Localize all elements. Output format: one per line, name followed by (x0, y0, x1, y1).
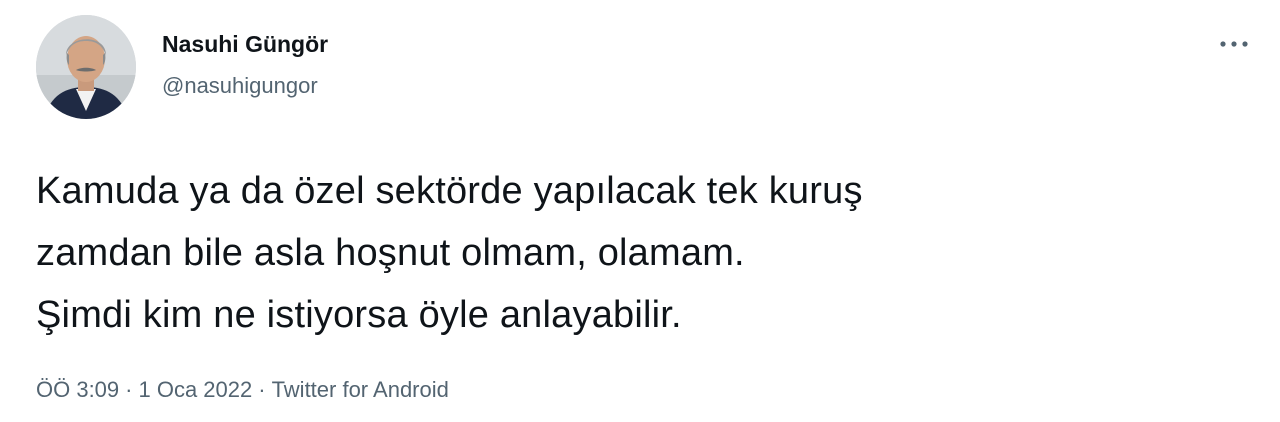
tweet-text-line: Şimdi kim ne istiyorsa öyle anlayabilir. (36, 294, 682, 336)
avatar[interactable] (36, 15, 136, 119)
tweet-time[interactable]: ÖÖ 3:09 (36, 377, 119, 402)
more-options-button[interactable] (1214, 30, 1254, 58)
more-horizontal-icon (1220, 41, 1248, 47)
author-display-name[interactable]: Nasuhi Güngör (162, 30, 328, 58)
tweet-text-line: Kamuda ya da özel sektörde yapılacak tek… (36, 170, 863, 212)
meta-separator: · (125, 377, 133, 402)
tweet-card: Nasuhi Güngör @nasuhigungor Kamuda ya da… (0, 0, 1280, 422)
tweet-metadata: ÖÖ 3:09 · 1 Oca 2022 · Twitter for Android (36, 376, 449, 404)
tweet-text-line: zamdan bile asla hoşnut olmam, olamam. (36, 232, 745, 274)
tweet-date[interactable]: 1 Oca 2022 (138, 377, 252, 402)
tweet-text: Kamuda ya da özel sektörde yapılacak tek… (36, 160, 1186, 346)
meta-separator: · (258, 377, 266, 402)
author-handle[interactable]: @nasuhigungor (162, 73, 328, 99)
tweet-source[interactable]: Twitter for Android (272, 377, 449, 402)
author-info: Nasuhi Güngör @nasuhigungor (162, 30, 328, 99)
profile-photo-icon (36, 15, 136, 119)
